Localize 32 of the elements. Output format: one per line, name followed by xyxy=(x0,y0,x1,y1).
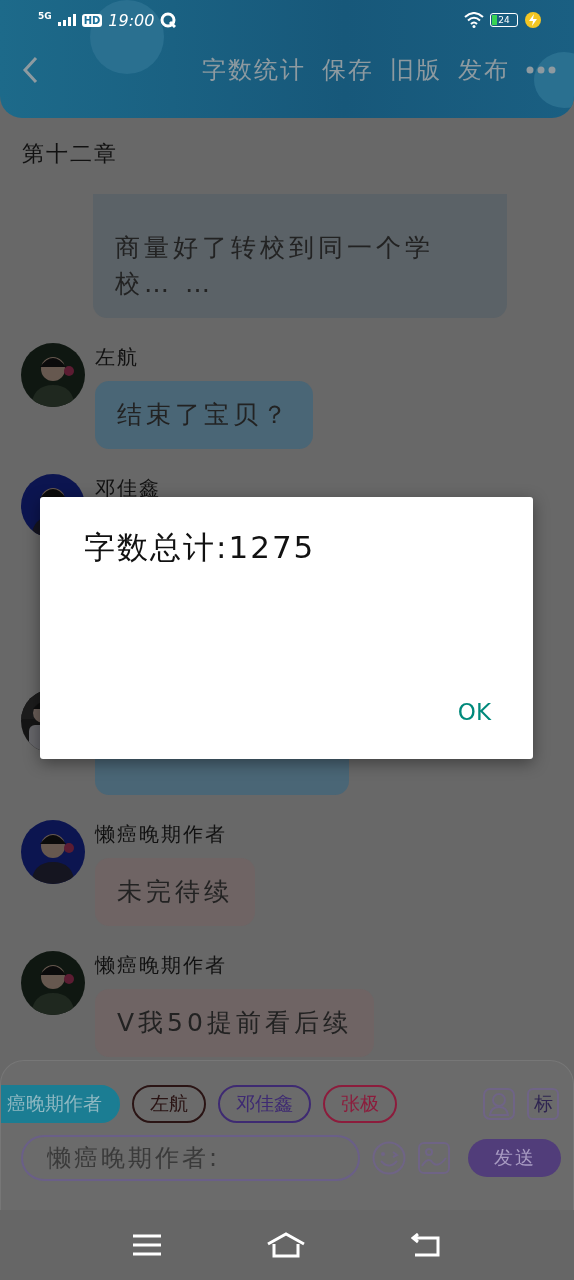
header-action[interactable]: 字数统计 xyxy=(202,54,306,86)
header-action[interactable]: 保存 xyxy=(322,54,374,86)
speaker-name: 懒癌晚期作者 xyxy=(95,952,227,979)
speaker-name: 懒癌晚期作者 xyxy=(95,821,227,848)
network-label: 5G xyxy=(38,12,52,21)
charging-icon xyxy=(524,11,542,29)
hd-badge: HD xyxy=(81,13,103,27)
clock: 19:00 xyxy=(108,10,155,30)
message-bubble: 商量好了转校到同一个学校… … xyxy=(93,194,507,318)
app-icon xyxy=(160,12,177,28)
more-icon[interactable] xyxy=(526,66,556,74)
speaker-chip[interactable]: 张极 xyxy=(323,1085,397,1123)
menu-icon[interactable] xyxy=(133,1234,161,1256)
home-icon[interactable] xyxy=(267,1232,305,1258)
signal-icon xyxy=(57,14,76,26)
speaker-name: 邓佳鑫 xyxy=(95,475,161,502)
speaker-chip[interactable]: 癌晚期作者 xyxy=(1,1085,120,1123)
message-bubble: 结束了宝贝？ xyxy=(95,381,313,449)
message-bubble: 未完待续 xyxy=(95,858,255,926)
message-bubble: V我50提前看后续 xyxy=(95,989,374,1057)
header-action[interactable]: 发布 xyxy=(458,54,510,86)
send-button[interactable]: 发送 xyxy=(468,1139,561,1177)
header-action[interactable]: 旧版 xyxy=(390,54,442,86)
tag-button[interactable]: 标 xyxy=(527,1088,559,1120)
chapter-title: 第十二章 xyxy=(21,140,119,168)
wifi-icon xyxy=(464,12,484,28)
ok-button[interactable]: OK xyxy=(451,695,497,729)
speaker-chip[interactable]: 邓佳鑫 xyxy=(218,1085,311,1123)
speaker-chip[interactable]: 左航 xyxy=(132,1085,206,1123)
battery-icon: 24 xyxy=(490,13,518,27)
dialog-message: 字数总计:1275 xyxy=(84,528,317,567)
speaker-name: 左航 xyxy=(95,344,139,371)
